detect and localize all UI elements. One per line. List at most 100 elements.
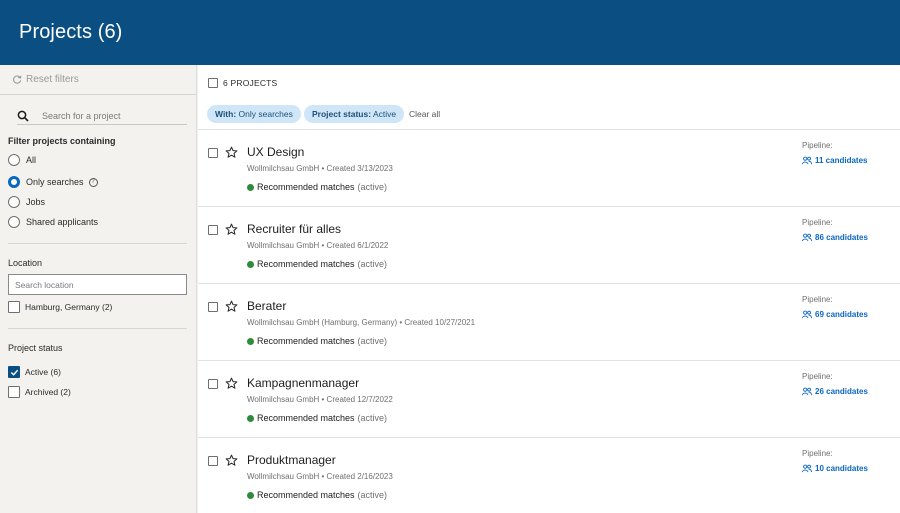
filter-option-label: Shared applicants: [26, 217, 99, 227]
radio-button[interactable]: [8, 216, 20, 228]
star-icon[interactable]: [225, 454, 238, 467]
star-icon[interactable]: [225, 223, 238, 236]
pipeline-label: Pipeline:: [802, 218, 833, 227]
clear-all-link[interactable]: Clear all: [409, 109, 440, 119]
search-icon: [17, 110, 29, 122]
candidates-count: 69 candidates: [815, 310, 868, 319]
match-state: (active): [357, 490, 388, 500]
match-label: Recommended matches: [257, 336, 355, 346]
project-subtitle: Wollmilchsau GmbH (Hamburg, Germany) • C…: [247, 318, 476, 327]
project-card[interactable]: UX Design Wollmilchsau GmbH • Created 3/…: [198, 130, 900, 207]
project-card[interactable]: Berater Wollmilchsau GmbH (Hamburg, Germ…: [198, 284, 900, 361]
filter-pill-project-status[interactable]: Project status: Active: [304, 105, 405, 123]
status-option-archived[interactable]: Archived (2): [8, 386, 71, 398]
filter-section-title: Filter projects containing: [8, 136, 116, 146]
status-dot: [247, 491, 254, 499]
match-state: (active): [357, 336, 388, 346]
status-dot: [247, 414, 254, 422]
reset-filters-button[interactable]: Reset filters: [13, 74, 79, 85]
filter-option-shared-applicants[interactable]: Shared applicants: [8, 216, 98, 228]
location-option-label: Hamburg, Germany (2): [25, 302, 113, 312]
recommended-matches: Recommended matches (active): [247, 490, 387, 500]
project-subtitle: Wollmilchsau GmbH • Created 3/13/2023: [247, 164, 393, 173]
checkbox[interactable]: [8, 301, 20, 313]
project-card[interactable]: Produktmanager Wollmilchsau GmbH • Creat…: [198, 438, 900, 513]
filter-option-label: All: [26, 155, 37, 165]
location-option-hamburg[interactable]: Hamburg, Germany (2): [8, 301, 112, 313]
page-title: Projects (6): [19, 21, 123, 43]
project-subtitle: Wollmilchsau GmbH • Created 6/1/2022: [247, 241, 389, 250]
page-header: Projects (6): [0, 0, 900, 65]
star-icon[interactable]: [225, 300, 238, 313]
candidates-count: 10 candidates: [815, 464, 868, 473]
match-label: Recommended matches: [257, 413, 355, 423]
radio-button[interactable]: [8, 196, 20, 208]
project-card[interactable]: Kampagnenmanager Wollmilchsau GmbH • Cre…: [198, 361, 900, 438]
project-checkbox[interactable]: [208, 379, 218, 389]
match-state: (active): [357, 413, 388, 423]
radio-button-selected[interactable]: [8, 176, 20, 188]
project-title[interactable]: Produktmanager: [247, 453, 336, 467]
filter-option-label: Jobs: [26, 197, 46, 207]
candidates-count: 86 candidates: [815, 233, 868, 242]
project-checkbox[interactable]: [208, 456, 218, 466]
filter-option-all[interactable]: All: [8, 154, 36, 166]
project-checkbox[interactable]: [208, 302, 218, 312]
project-title[interactable]: Kampagnenmanager: [247, 376, 359, 390]
project-subtitle: Wollmilchsau GmbH • Created 12/7/2022: [247, 395, 393, 404]
pipeline-label: Pipeline:: [802, 372, 833, 381]
select-all-projects[interactable]: 6 PROJECTS: [208, 78, 277, 88]
people-icon: [802, 464, 812, 473]
people-icon: [802, 387, 812, 396]
project-title[interactable]: Recruiter für alles: [247, 222, 341, 236]
candidates-link[interactable]: 86 candidates: [802, 233, 868, 242]
star-icon[interactable]: [225, 146, 238, 159]
project-title[interactable]: UX Design: [247, 145, 304, 159]
checkmark-icon: [10, 369, 18, 376]
recommended-matches: Recommended matches (active): [247, 182, 387, 192]
filter-option-jobs[interactable]: Jobs: [8, 196, 45, 208]
project-checkbox[interactable]: [208, 225, 218, 235]
radio-button[interactable]: [8, 154, 20, 166]
candidates-link[interactable]: 10 candidates: [802, 464, 868, 473]
status-dot: [247, 260, 254, 268]
candidates-link[interactable]: 11 candidates: [802, 156, 867, 165]
status-option-active[interactable]: Active (6): [8, 366, 61, 378]
status-dot: [247, 337, 254, 345]
pill-value: Only searches: [238, 109, 293, 119]
people-icon: [802, 156, 812, 165]
select-all-label: 6 PROJECTS: [223, 78, 278, 88]
candidates-link[interactable]: 69 candidates: [802, 310, 868, 319]
project-card[interactable]: Recruiter für alles Wollmilchsau GmbH • …: [198, 207, 900, 284]
star-icon[interactable]: [225, 377, 238, 390]
match-state: (active): [357, 259, 388, 269]
pipeline-label: Pipeline:: [802, 449, 833, 458]
project-search-input[interactable]: [42, 110, 172, 121]
checkbox-checked[interactable]: [8, 366, 20, 378]
checkbox[interactable]: [8, 386, 20, 398]
filter-sidebar: Reset filters Filter projects containing…: [0, 65, 197, 513]
match-label: Recommended matches: [257, 490, 355, 500]
status-option-label: Active (6): [25, 367, 61, 377]
recommended-matches: Recommended matches (active): [247, 413, 387, 423]
checkbox[interactable]: [208, 78, 218, 88]
pill-key: With:: [215, 109, 237, 119]
project-search: [17, 107, 187, 125]
pipeline-label: Pipeline:: [802, 295, 833, 304]
filter-pill-with[interactable]: With: Only searches: [207, 105, 301, 123]
status-section-title: Project status: [8, 343, 63, 353]
location-search-input[interactable]: [8, 274, 187, 295]
match-state: (active): [357, 182, 388, 192]
project-checkbox[interactable]: [208, 148, 218, 158]
candidates-count: 26 candidates: [815, 387, 868, 396]
recommended-matches: Recommended matches (active): [247, 336, 387, 346]
filter-option-only-searches[interactable]: Only searches ?: [8, 176, 98, 188]
project-title[interactable]: Berater: [247, 299, 286, 313]
reset-filters-label: Reset filters: [26, 74, 79, 85]
pill-value: Active: [372, 109, 397, 119]
divider: [8, 328, 187, 329]
divider: [8, 243, 187, 244]
help-icon[interactable]: ?: [88, 177, 98, 187]
location-section-title: Location: [8, 258, 43, 268]
candidates-link[interactable]: 26 candidates: [802, 387, 868, 396]
